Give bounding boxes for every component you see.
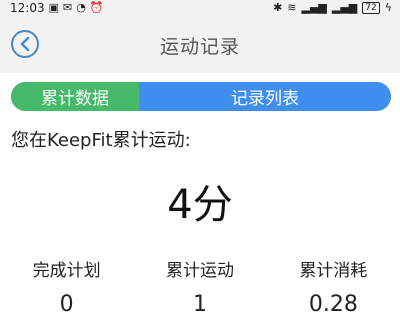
stat-value-sessions: 1 bbox=[192, 292, 207, 317]
speed-icon: ◔ bbox=[76, 1, 86, 14]
stat-value-calories: 0.28 bbox=[308, 292, 358, 317]
battery-icon: 72 bbox=[362, 2, 380, 14]
status-time: 12:03 bbox=[10, 1, 45, 15]
tab-bar: 累计数据 记录列表 bbox=[11, 82, 391, 111]
alarm-icon: ⏰ bbox=[89, 1, 104, 14]
stat-label-plans: 完成计划 bbox=[32, 261, 101, 281]
charging-icon: ϟ bbox=[384, 1, 392, 14]
total-duration: 4分 bbox=[167, 182, 233, 228]
summary-intro: 您在KeepFit累计运动: bbox=[11, 130, 191, 151]
status-right: ✱ ≋ ▂▄▆ ▂▄▆ 72 ϟ bbox=[273, 1, 392, 15]
status-left: 12:03 ▣ ✉ ◔ ⏰ bbox=[10, 1, 104, 15]
gallery-icon: ▣ bbox=[48, 1, 59, 14]
wifi-icon: ≋ bbox=[287, 1, 297, 14]
page-title: 运动记录 bbox=[159, 36, 240, 58]
stat-labels: 完成计划 累计运动 累计消耗 bbox=[0, 256, 400, 281]
signal-icon: ▂▄▆ bbox=[301, 1, 327, 14]
stat-label-calories: 累计消耗 bbox=[299, 261, 368, 281]
signal-icon: ▂▄▆ bbox=[331, 1, 358, 14]
bluetooth-icon: ✱ bbox=[273, 1, 283, 14]
stat-label-sessions: 累计运动 bbox=[165, 261, 234, 281]
mail-icon: ✉ bbox=[63, 1, 73, 14]
stat-values: 0 1 0.28 bbox=[0, 292, 400, 317]
stat-value-plans: 0 bbox=[59, 292, 74, 317]
status-bar: 12:03 ▣ ✉ ◔ ⏰ ✱ ≋ ▂▄▆ ▂▄▆ 72 ϟ bbox=[0, 0, 400, 18]
app-header: 运动记录 bbox=[0, 18, 400, 73]
tab-record-list[interactable]: 记录列表 bbox=[139, 82, 391, 111]
tab-cumulative-data[interactable]: 累计数据 bbox=[11, 82, 139, 111]
